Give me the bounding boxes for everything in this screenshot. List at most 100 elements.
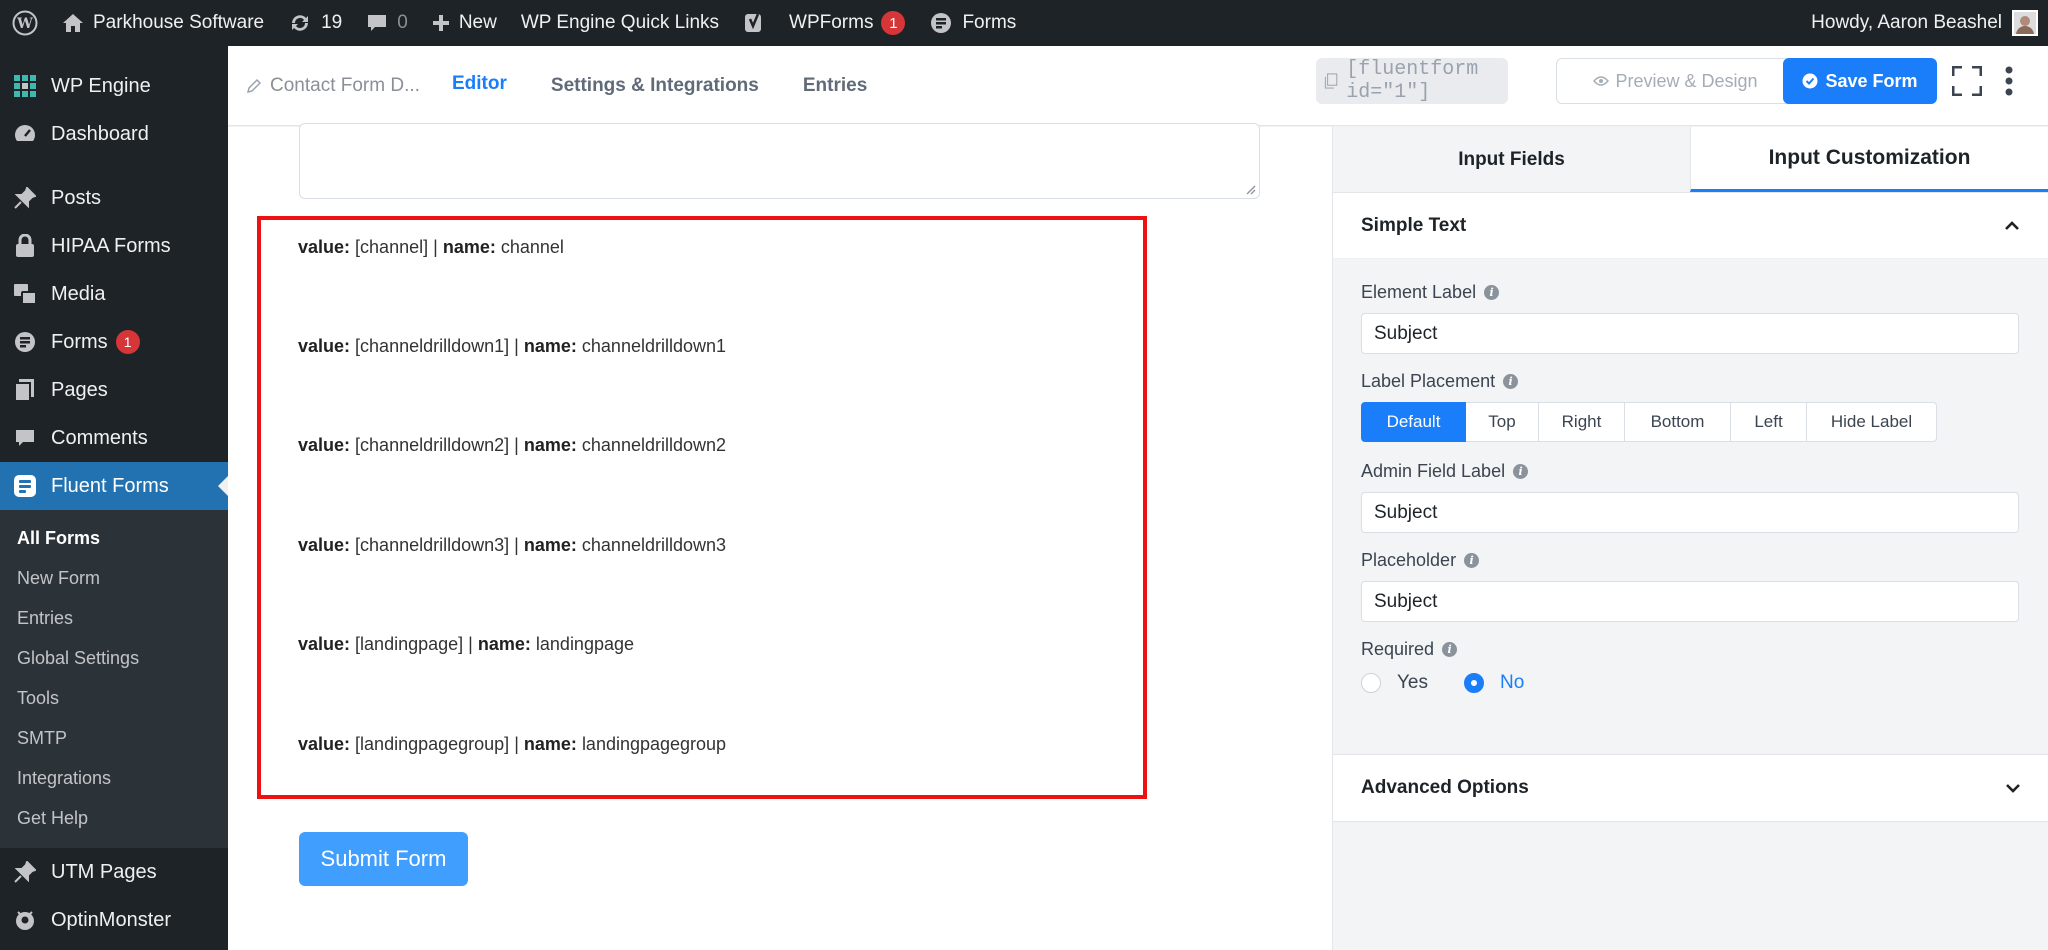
- forms-menu[interactable]: Forms: [917, 0, 1028, 46]
- tab-input-fields[interactable]: Input Fields: [1333, 127, 1690, 192]
- info-icon[interactable]: i: [1464, 552, 1480, 568]
- placement-top[interactable]: Top: [1466, 402, 1539, 442]
- check-circle-icon: [1802, 73, 1818, 89]
- shortcode-copy[interactable]: [fluentform id="1"]: [1316, 58, 1508, 104]
- panel-tabs: Input Fields Input Customization: [1333, 127, 2048, 193]
- sidebar-item-hipaa-forms[interactable]: HIPAA Forms: [0, 222, 228, 270]
- site-name: Parkhouse Software: [93, 12, 265, 33]
- sidebar-item-pages[interactable]: Pages: [0, 366, 228, 414]
- info-icon[interactable]: i: [1442, 641, 1458, 657]
- sidebar-item-media[interactable]: Media: [0, 270, 228, 318]
- hidden-field-row[interactable]: value: [channeldrilldown2] | name: chann…: [298, 435, 726, 456]
- hidden-field-row[interactable]: value: [channel] | name: channel: [298, 237, 564, 258]
- info-icon[interactable]: i: [1513, 463, 1529, 479]
- hidden-field-row[interactable]: value: [channeldrilldown3] | name: chann…: [298, 535, 726, 556]
- forms-badge: 1: [115, 330, 140, 354]
- fluent-forms-icon: [13, 474, 37, 498]
- forms-icon: [931, 13, 952, 33]
- info-icon[interactable]: i: [1484, 284, 1500, 300]
- sidebar-item-label: Forms: [51, 330, 108, 353]
- submenu-all-forms[interactable]: All Forms: [0, 518, 228, 558]
- form-title[interactable]: Contact Form D...: [228, 75, 428, 97]
- required-yes-radio[interactable]: Yes: [1361, 672, 1428, 694]
- sidebar-item-forms[interactable]: Forms 1: [0, 318, 228, 366]
- fullscreen-icon[interactable]: [1951, 65, 1983, 101]
- submenu-global-settings[interactable]: Global Settings: [0, 638, 228, 678]
- tab-entries[interactable]: Entries: [783, 46, 887, 126]
- sidebar-item-wp-engine[interactable]: WP Engine: [0, 62, 228, 110]
- sidebar-item-comments[interactable]: Comments: [0, 414, 228, 462]
- placement-default[interactable]: Default: [1361, 402, 1466, 442]
- submenu-integrations[interactable]: Integrations: [0, 758, 228, 798]
- sidebar-item-utm-pages[interactable]: UTM Pages: [0, 848, 228, 896]
- save-form-button[interactable]: Save Form: [1783, 58, 1937, 104]
- pin-icon: [13, 860, 37, 884]
- more-vertical-icon[interactable]: [2004, 66, 2014, 101]
- form-editor-header: Contact Form D... Editor Settings & Inte…: [228, 46, 2048, 126]
- textarea-field[interactable]: [299, 123, 1260, 199]
- submenu-smtp[interactable]: SMTP: [0, 718, 228, 758]
- section-title: Simple Text: [1361, 214, 1467, 236]
- home-icon: [63, 14, 83, 32]
- submenu-get-help[interactable]: Get Help: [0, 798, 228, 838]
- new-content-menu[interactable]: New: [420, 0, 509, 46]
- submenu-tools[interactable]: Tools: [0, 678, 228, 718]
- required-no-radio[interactable]: No: [1464, 672, 1524, 694]
- greeting: Howdy, Aaron Beashel: [1811, 12, 2002, 33]
- my-account-menu[interactable]: Howdy, Aaron Beashel: [1811, 10, 2048, 36]
- wp-engine-quick-links[interactable]: WP Engine Quick Links: [509, 0, 731, 46]
- submit-form-button[interactable]: Submit Form: [299, 832, 468, 886]
- save-form-label: Save Form: [1825, 70, 1918, 91]
- yoast-icon[interactable]: [731, 0, 777, 46]
- placement-left[interactable]: Left: [1731, 402, 1807, 442]
- eye-icon: [1593, 76, 1610, 86]
- field-settings-form: Element Label i Subject Label Placement i …: [1333, 259, 2048, 693]
- hidden-field-row[interactable]: value: [channeldrilldown1] | name: chann…: [298, 336, 726, 357]
- placement-hide-label[interactable]: Hide Label: [1807, 402, 1937, 442]
- svg-text:W: W: [16, 16, 33, 32]
- placement-bottom[interactable]: Bottom: [1625, 402, 1731, 442]
- chevron-down-icon: [2006, 784, 2020, 793]
- form-editor-canvas: value: [channel] | name: channel value: …: [228, 123, 1332, 950]
- pencil-icon: [246, 78, 262, 93]
- tab-editor[interactable]: Editor: [432, 46, 527, 126]
- sidebar-item-fluent-forms[interactable]: Fluent Forms: [0, 462, 228, 510]
- simple-text-section-header[interactable]: Simple Text: [1333, 193, 2048, 259]
- updates-menu[interactable]: 19: [276, 0, 354, 46]
- dashboard-icon: [13, 122, 37, 146]
- admin-field-label-input[interactable]: Subject: [1361, 492, 2019, 533]
- pin-icon: [13, 186, 37, 210]
- forms-label: Forms: [962, 12, 1017, 33]
- sidebar-item-dashboard[interactable]: Dashboard: [0, 110, 228, 158]
- wpforms-menu[interactable]: WPForms 1: [777, 0, 917, 46]
- required-heading: Required i: [1361, 634, 2020, 664]
- element-label-input[interactable]: Subject: [1361, 313, 2019, 354]
- placeholder-input[interactable]: Subject: [1361, 581, 2019, 622]
- wp-engine-icon: [13, 74, 37, 98]
- info-icon[interactable]: i: [1503, 373, 1519, 389]
- field-settings-panel: Input Fields Input Customization Simple …: [1332, 127, 2048, 950]
- sidebar-item-optinmonster[interactable]: OptinMonster: [0, 896, 228, 944]
- pages-icon: [13, 378, 37, 402]
- sidebar-item-posts[interactable]: Posts: [0, 174, 228, 222]
- submenu-entries[interactable]: Entries: [0, 598, 228, 638]
- avatar: [2012, 10, 2038, 36]
- optinmonster-icon: [13, 908, 37, 932]
- sidebar-item-label: Media: [51, 282, 106, 305]
- submenu-new-form[interactable]: New Form: [0, 558, 228, 598]
- advanced-options-header[interactable]: Advanced Options: [1333, 754, 2048, 822]
- element-label-heading: Element Label i: [1361, 277, 2020, 307]
- tab-settings-integrations[interactable]: Settings & Integrations: [531, 46, 779, 126]
- site-name-menu[interactable]: Parkhouse Software: [50, 0, 276, 46]
- tab-input-customization[interactable]: Input Customization: [1690, 127, 2048, 192]
- preview-design-button[interactable]: Preview & Design: [1556, 58, 1795, 104]
- hidden-field-row[interactable]: value: [landingpagegroup] | name: landin…: [298, 734, 726, 755]
- fluent-forms-submenu: All Forms New Form Entries Global Settin…: [0, 510, 228, 848]
- hidden-field-row[interactable]: value: [landingpage] | name: landingpage: [298, 634, 634, 655]
- lock-icon: [13, 234, 37, 258]
- copy-icon: [1324, 73, 1338, 89]
- comments-menu[interactable]: 0: [354, 0, 420, 46]
- admin-field-label-heading: Admin Field Label i: [1361, 456, 2020, 486]
- wordpress-logo-icon[interactable]: W: [0, 0, 50, 46]
- placement-right[interactable]: Right: [1539, 402, 1625, 442]
